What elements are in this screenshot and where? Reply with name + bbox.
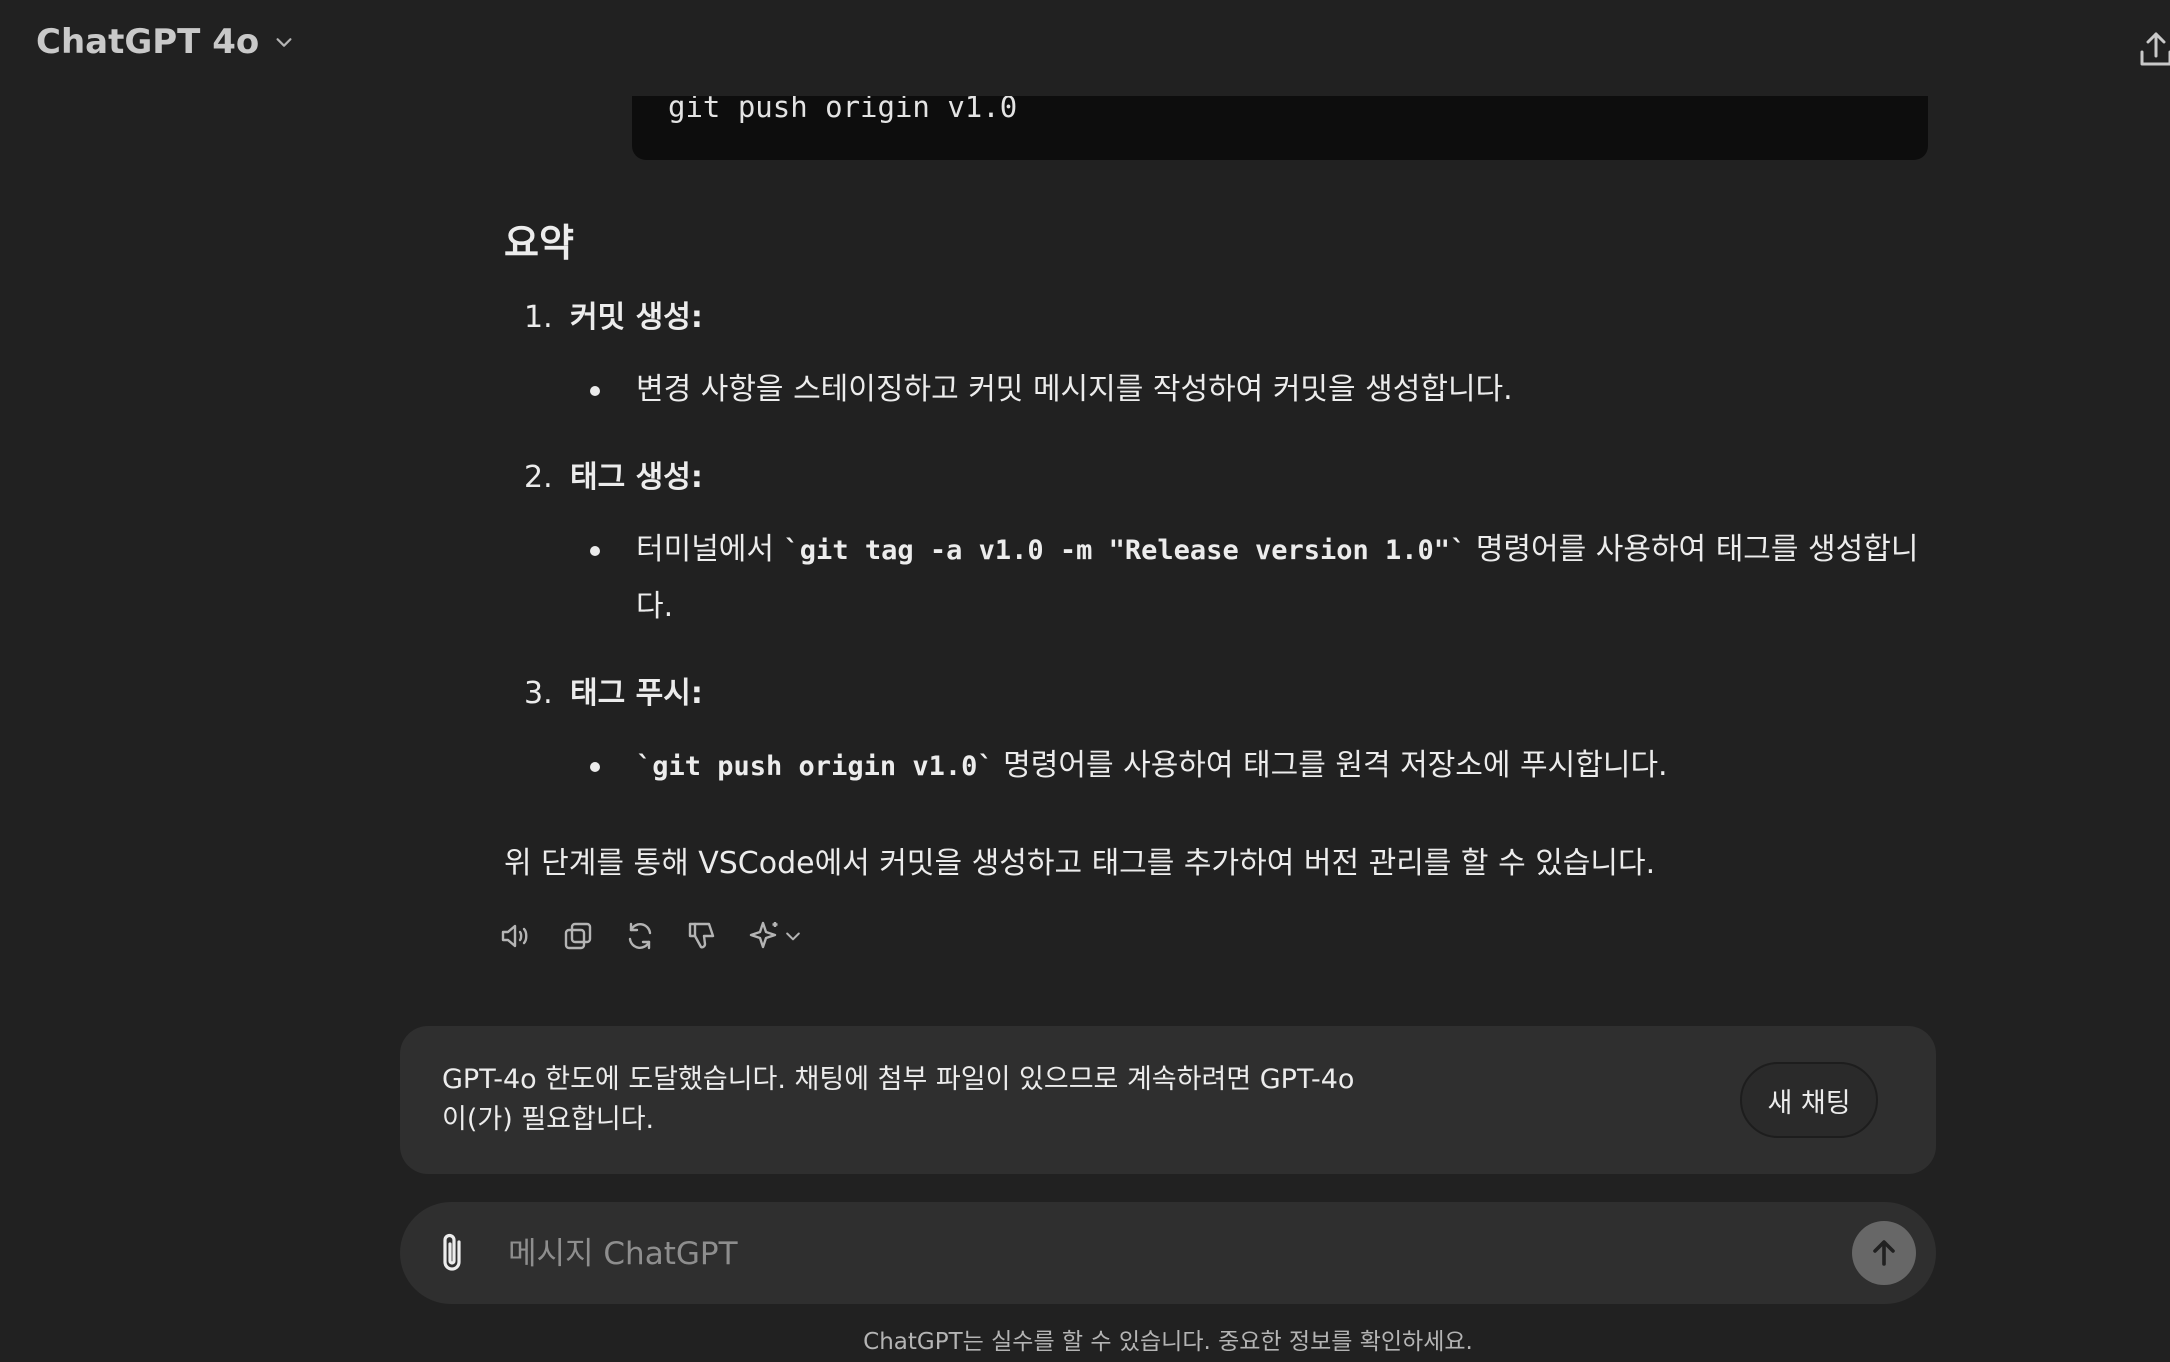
model-switch-button[interactable] (744, 916, 808, 956)
bullet-dot (590, 546, 600, 556)
thumbs-down-icon (688, 922, 715, 949)
chevron-down-icon (276, 38, 292, 47)
arrow-up-icon (1873, 1240, 1895, 1266)
list-item-title: 2. 태그 생성: (524, 460, 703, 495)
closing-paragraph: 위 단계를 통해 VSCode에서 커밋을 생성하고 태그를 추가하여 버전 관… (504, 846, 1656, 881)
speaker-icon (501, 924, 528, 948)
model-name: ChatGPT 4o (36, 22, 260, 62)
message-input[interactable] (506, 1224, 1710, 1284)
message-composer (400, 1202, 1936, 1304)
bullet-dot (590, 762, 600, 772)
send-button[interactable] (1852, 1221, 1916, 1285)
top-bar: ChatGPT 4o (0, 0, 2170, 96)
sparkle-icon (749, 921, 778, 949)
message-actions (496, 916, 808, 956)
copy-icon (564, 922, 592, 950)
list-item-title: 1. 커밋 생성: (524, 300, 703, 335)
inline-code: `git push origin v1.0` (636, 751, 994, 782)
summary-heading: 요약 (504, 221, 574, 265)
read-aloud-button[interactable] (496, 916, 536, 956)
copy-button[interactable] (558, 916, 598, 956)
footer-disclaimer: ChatGPT는 실수를 할 수 있습니다. 중요한 정보를 확인하세요. (863, 1329, 1473, 1355)
list-item-title: 3. 태그 푸시: (524, 676, 703, 711)
share-icon[interactable] (2138, 30, 2170, 70)
model-switcher[interactable]: ChatGPT 4o (36, 22, 295, 62)
limit-message: GPT-4o 한도에 도달했습니다. 채팅에 첨부 파일이 있으므로 계속하려면… (442, 1064, 1355, 1135)
new-chat-button[interactable]: 새 채팅 (1740, 1062, 1878, 1138)
chevron-down-icon (786, 932, 800, 941)
limit-banner: GPT-4o 한도에 도달했습니다. 채팅에 첨부 파일이 있으므로 계속하려면… (400, 1026, 1936, 1174)
regenerate-button[interactable] (620, 916, 660, 956)
regenerate-icon (628, 922, 652, 950)
thumbs-down-button[interactable] (682, 916, 722, 956)
bullet-dot (590, 386, 600, 396)
inline-code: `git tag -a v1.0 -m "Release version 1.0… (783, 535, 1467, 566)
paperclip-icon[interactable] (432, 1230, 474, 1276)
